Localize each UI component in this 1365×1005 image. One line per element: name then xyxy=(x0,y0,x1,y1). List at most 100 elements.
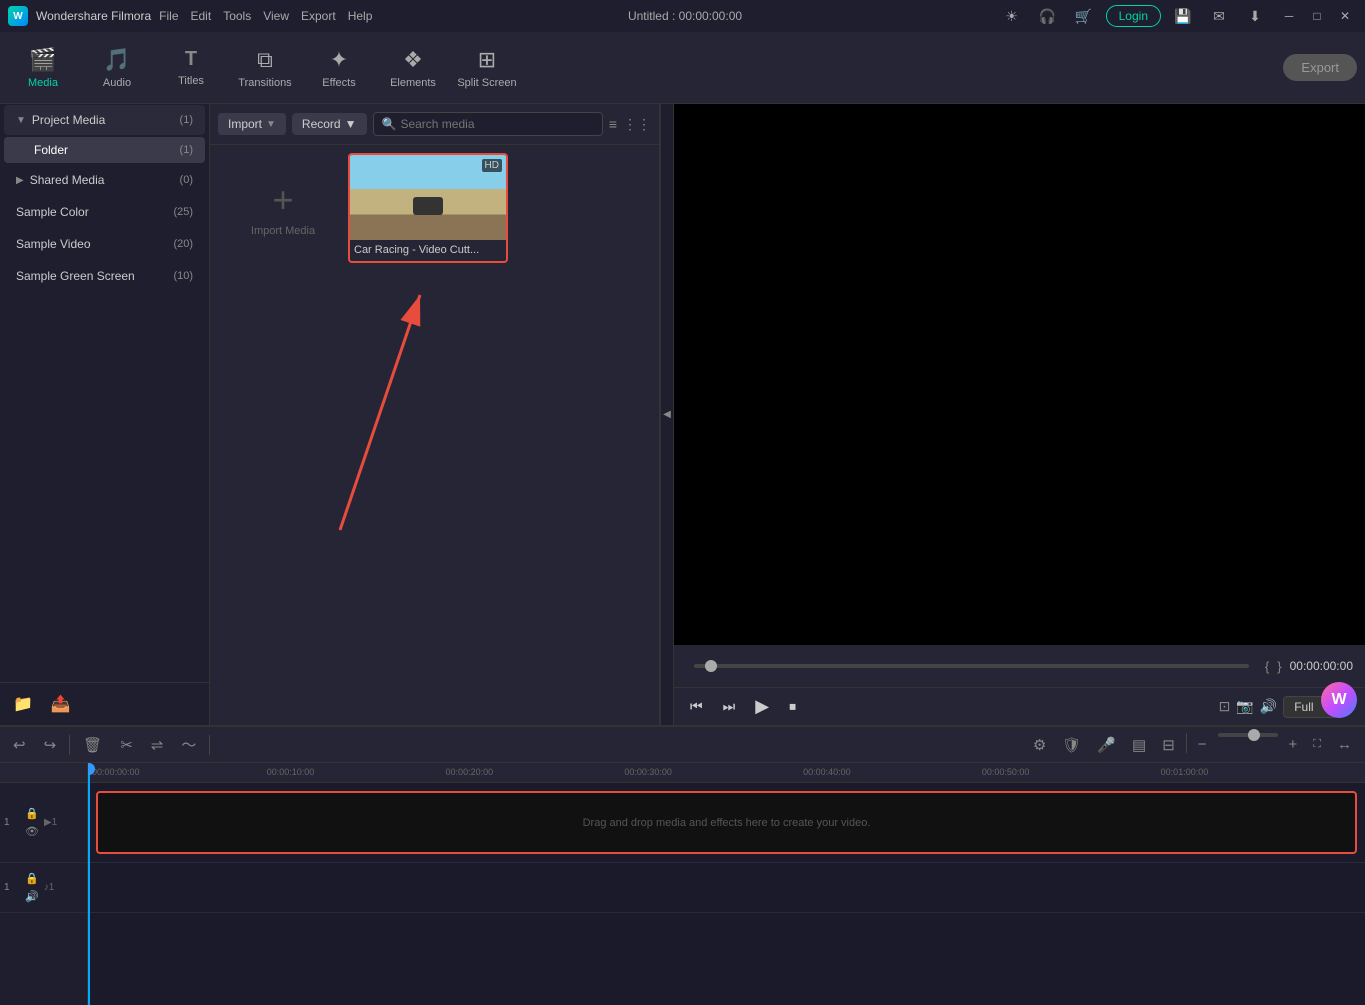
redo-button[interactable]: ↪ xyxy=(39,733,62,757)
menu-tools[interactable]: Tools xyxy=(223,9,251,23)
cart-icon[interactable]: 🛒 xyxy=(1070,2,1098,30)
sidebar-item-project-media[interactable]: ▼ Project Media (1) xyxy=(4,105,205,135)
track-label-video-1: 1 🔒 👁 ▶1 xyxy=(0,783,87,863)
import-media-box[interactable]: + Import Media xyxy=(218,153,348,263)
audio-lock-button[interactable]: 🔒 xyxy=(24,871,40,886)
track-type-audio: ♪1 xyxy=(44,882,55,893)
import-button[interactable]: Import ▼ xyxy=(218,113,286,135)
sidebar-folder-label: Folder xyxy=(34,143,68,157)
sun-icon[interactable]: ☀ xyxy=(998,2,1026,30)
expand-button[interactable]: ↔ xyxy=(1332,733,1357,757)
stop-button[interactable]: ⏹ xyxy=(785,694,800,719)
delete-button[interactable]: 🗑 xyxy=(78,733,107,757)
content-toolbar: Import ▼ Record ▼ 🔍 ≡ ⋮⋮ xyxy=(210,104,659,145)
toolbar-elements[interactable]: ❖ Elements xyxy=(378,36,448,100)
menu-edit[interactable]: Edit xyxy=(191,9,212,23)
save-icon[interactable]: 💾 xyxy=(1169,2,1197,30)
app-logo: W xyxy=(8,6,28,26)
cut-button[interactable]: ✂ xyxy=(115,733,138,757)
audio-track-1[interactable] xyxy=(88,863,1365,913)
captions-icon[interactable]: ⊟ xyxy=(1157,733,1180,757)
collapse-handle[interactable]: ◀ xyxy=(660,104,674,725)
fit-button[interactable]: ⛶ xyxy=(1308,733,1326,757)
main-layout: ▼ Project Media (1) Folder (1) ▶ Shared … xyxy=(0,104,1365,725)
menu-view[interactable]: View xyxy=(263,9,289,23)
shield-icon[interactable]: 🛡 xyxy=(1057,733,1086,757)
timeline-content: 1 🔒 👁 ▶1 1 🔒 🔊 ♪1 00:00:00:00 xyxy=(0,763,1365,1005)
timecode: 00:00:00:00 xyxy=(1290,659,1353,673)
toolbar-titles-label: Titles xyxy=(178,75,204,87)
zoom-in-button[interactable]: + xyxy=(1284,733,1303,757)
sidebar: ▼ Project Media (1) Folder (1) ▶ Shared … xyxy=(0,104,210,725)
zoom-slider[interactable] xyxy=(1218,733,1278,737)
track-eye-button[interactable]: 👁 xyxy=(24,824,40,839)
toolbar-titles[interactable]: T Titles xyxy=(156,36,226,100)
track-type-video: ▶1 xyxy=(44,817,57,828)
mic-icon[interactable]: 🎤 xyxy=(1092,733,1121,757)
search-box: 🔍 xyxy=(373,112,603,136)
export-folder-button[interactable]: 📤 xyxy=(46,691,76,717)
login-button[interactable]: Login xyxy=(1106,5,1161,27)
media-item-car-racing[interactable]: HD Car Racing - Video Cutt... xyxy=(348,153,508,263)
export-button[interactable]: Export xyxy=(1283,54,1357,81)
sidebar-item-folder[interactable]: Folder (1) xyxy=(4,137,205,163)
toolbar-transitions[interactable]: ⧉ Transitions xyxy=(230,36,300,100)
sidebar-item-sample-video[interactable]: Sample Video (20) xyxy=(4,229,205,259)
add-folder-button[interactable]: 📁 xyxy=(8,691,38,717)
sidebar-item-sample-green-screen[interactable]: Sample Green Screen (10) xyxy=(4,261,205,291)
search-input[interactable] xyxy=(400,117,593,131)
zoom-slider-thumb[interactable] xyxy=(1248,729,1260,741)
toolbar-effects[interactable]: ✦ Effects xyxy=(304,36,374,100)
toolbar-media[interactable]: 🎬 Media xyxy=(8,36,78,100)
volume-icon[interactable]: 🔊 xyxy=(1260,698,1277,715)
effects-icon: ✦ xyxy=(330,47,348,73)
filter-icon[interactable]: ≡ xyxy=(609,116,617,132)
seekbar[interactable] xyxy=(694,664,1249,668)
menu-help[interactable]: Help xyxy=(348,9,373,23)
toolbar-audio[interactable]: 🎵 Audio xyxy=(82,36,152,100)
seekbar-thumb[interactable] xyxy=(705,660,717,672)
step-back-button[interactable]: ⏭ xyxy=(719,694,740,719)
sidebar-item-shared-media[interactable]: ▶ Shared Media (0) xyxy=(4,165,205,195)
left-bracket[interactable]: { xyxy=(1265,659,1269,674)
import-media-label: Import Media xyxy=(251,225,315,237)
snapshot-icon[interactable]: 📷 xyxy=(1236,698,1253,715)
zoom-out-button[interactable]: − xyxy=(1193,733,1212,757)
toolbar-transitions-label: Transitions xyxy=(238,77,291,89)
menu-file[interactable]: File xyxy=(159,9,178,23)
ruler-mark-1: 00:00:10:00 xyxy=(267,767,315,777)
track-num-audio-1: 1 xyxy=(4,882,20,893)
message-icon[interactable]: ✉ xyxy=(1205,2,1233,30)
sidebar-shared-media-count: (0) xyxy=(180,174,193,186)
audio-wave-button[interactable]: 〜 xyxy=(176,731,201,758)
maximize-button[interactable]: □ xyxy=(1305,4,1329,28)
preview-video xyxy=(674,104,1365,645)
headphone-icon[interactable]: 🎧 xyxy=(1034,2,1062,30)
audio-mute-button[interactable]: 🔊 xyxy=(24,889,40,904)
skip-back-button[interactable]: ⏮ xyxy=(686,694,707,719)
toolbar-splitscreen-label: Split Screen xyxy=(457,77,516,89)
sidebar-item-sample-color[interactable]: Sample Color (25) xyxy=(4,197,205,227)
window-controls: ─ □ ✕ xyxy=(1277,4,1357,28)
track-lock-button[interactable]: 🔒 xyxy=(24,806,40,821)
download-icon[interactable]: ⬇ xyxy=(1241,2,1269,30)
pip-icon[interactable]: ⊡ xyxy=(1219,698,1231,715)
sidebar-sample-video-label: Sample Video xyxy=(16,237,91,251)
toolbar-splitscreen[interactable]: ⊞ Split Screen xyxy=(452,36,522,100)
video-drop-zone[interactable]: Drag and drop media and effects here to … xyxy=(96,791,1357,854)
record-button[interactable]: Record ▼ xyxy=(292,113,367,135)
close-button[interactable]: ✕ xyxy=(1333,4,1357,28)
grid-icon[interactable]: ⋮⋮ xyxy=(623,116,651,133)
right-bracket[interactable]: } xyxy=(1277,659,1281,674)
project-title: Untitled : 00:00:00:00 xyxy=(628,9,742,23)
video-track-1[interactable]: Drag and drop media and effects here to … xyxy=(88,783,1365,863)
undo-button[interactable]: ↩ xyxy=(8,733,31,757)
menu-export[interactable]: Export xyxy=(301,9,336,23)
sidebar-sample-color-label: Sample Color xyxy=(16,205,89,219)
layout-icon[interactable]: ▤ xyxy=(1127,733,1151,757)
minimize-button[interactable]: ─ xyxy=(1277,4,1301,28)
settings-icon[interactable]: ⚙ xyxy=(1028,733,1051,757)
play-button[interactable]: ▶ xyxy=(751,692,773,721)
track-labels: 1 🔒 👁 ▶1 1 🔒 🔊 ♪1 xyxy=(0,763,88,1005)
adjust-button[interactable]: ⇌ xyxy=(146,733,169,757)
